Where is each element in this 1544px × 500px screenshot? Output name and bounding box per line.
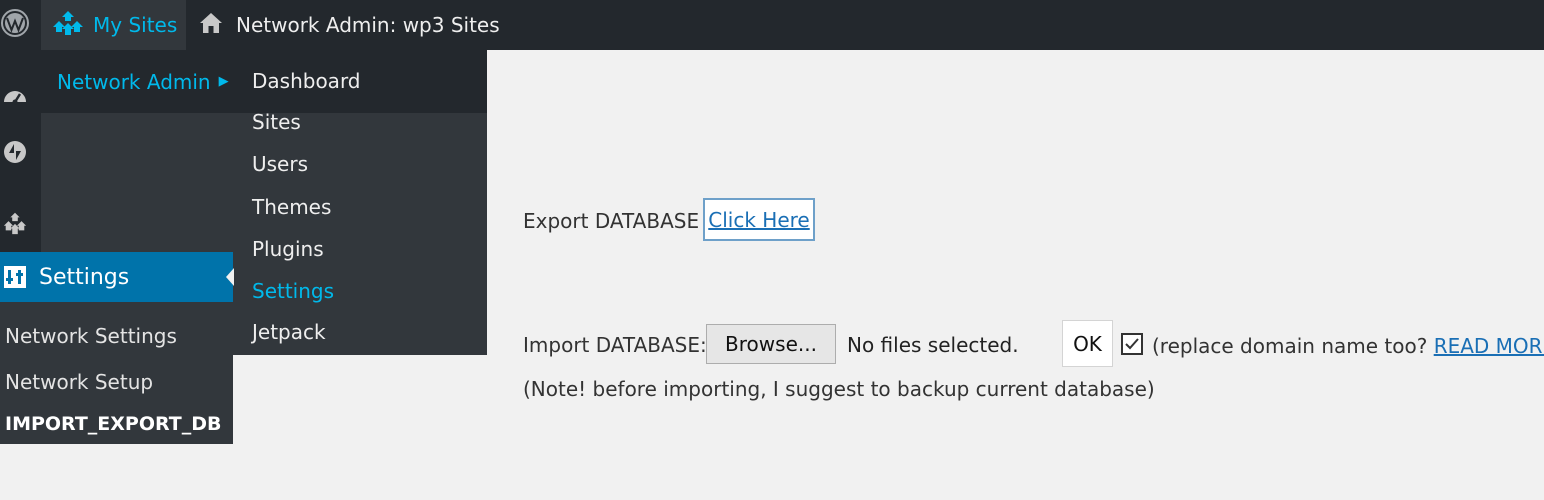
settings-menu-item[interactable]: Settings — [0, 252, 234, 302]
import-database-label: Import DATABASE: — [523, 333, 707, 357]
replace-domain-text: (replace domain name too? READ MORE) — [1152, 334, 1544, 358]
home-icon — [198, 11, 224, 40]
submenu-item-dashboard[interactable]: Dashboard — [252, 66, 361, 96]
read-more-link[interactable]: READ MORE — [1434, 334, 1544, 358]
submenu-item-users[interactable]: Users — [252, 149, 308, 179]
my-sites-label: My Sites — [93, 13, 178, 37]
network-admin-site-link[interactable]: Network Admin: wp3 Sites — [198, 0, 500, 50]
network-sites-icon — [52, 10, 84, 41]
file-status-text: No files selected. — [847, 333, 1019, 357]
settings-menu-label: Settings — [39, 264, 130, 290]
export-click-here-link[interactable]: Click Here — [703, 198, 815, 241]
my-sites-dropdown: Network Admin ▶ — [41, 50, 233, 252]
submenu-item-jetpack[interactable]: Jetpack — [252, 317, 326, 347]
settings-submenu-network-setup[interactable]: Network Setup — [5, 370, 153, 394]
backup-note: (Note! before importing, I suggest to ba… — [523, 377, 1155, 401]
settings-submenu-network-settings[interactable]: Network Settings — [5, 324, 177, 348]
settings-icon — [3, 265, 27, 289]
network-admin-label: Network Admin — [57, 69, 211, 94]
admin-menu — [0, 50, 41, 252]
replace-domain-checkbox[interactable] — [1121, 333, 1143, 355]
export-database-label: Export DATABASE : — [523, 209, 713, 233]
submenu-item-themes[interactable]: Themes — [252, 192, 331, 222]
submenu-item-settings[interactable]: Settings — [252, 276, 334, 306]
wordpress-logo-button[interactable] — [0, 0, 41, 50]
dashboard-icon[interactable] — [2, 82, 28, 108]
current-menu-pointer — [226, 268, 234, 286]
my-sites-menu[interactable]: My Sites — [41, 0, 186, 50]
network-admin-menu-item[interactable]: Network Admin ▶ — [41, 50, 233, 113]
ok-button[interactable]: OK — [1062, 320, 1113, 367]
submenu-item-plugins[interactable]: Plugins — [252, 234, 324, 264]
checkmark-icon — [1125, 338, 1139, 350]
browse-file-button[interactable]: Browse... — [706, 324, 836, 364]
submenu-arrow-icon: ▶ — [218, 74, 229, 89]
submenu-item-sites[interactable]: Sites — [252, 107, 301, 137]
replace-domain-label: (replace domain name too? — [1152, 334, 1434, 358]
settings-submenu: Network Settings Network Setup IMPORT_EX… — [0, 302, 233, 444]
settings-submenu-import-export-db[interactable]: IMPORT_EXPORT_DB — [5, 413, 222, 435]
jetpack-icon[interactable] — [2, 139, 28, 165]
sites-icon[interactable] — [2, 210, 28, 236]
wordpress-logo-icon — [0, 8, 30, 42]
admin-bar: My Sites Network Admin: wp3 Sites — [0, 0, 1544, 50]
network-admin-submenu: Dashboard Sites Users Themes Plugins Set… — [233, 50, 487, 355]
network-admin-title: Network Admin: wp3 Sites — [236, 13, 500, 37]
